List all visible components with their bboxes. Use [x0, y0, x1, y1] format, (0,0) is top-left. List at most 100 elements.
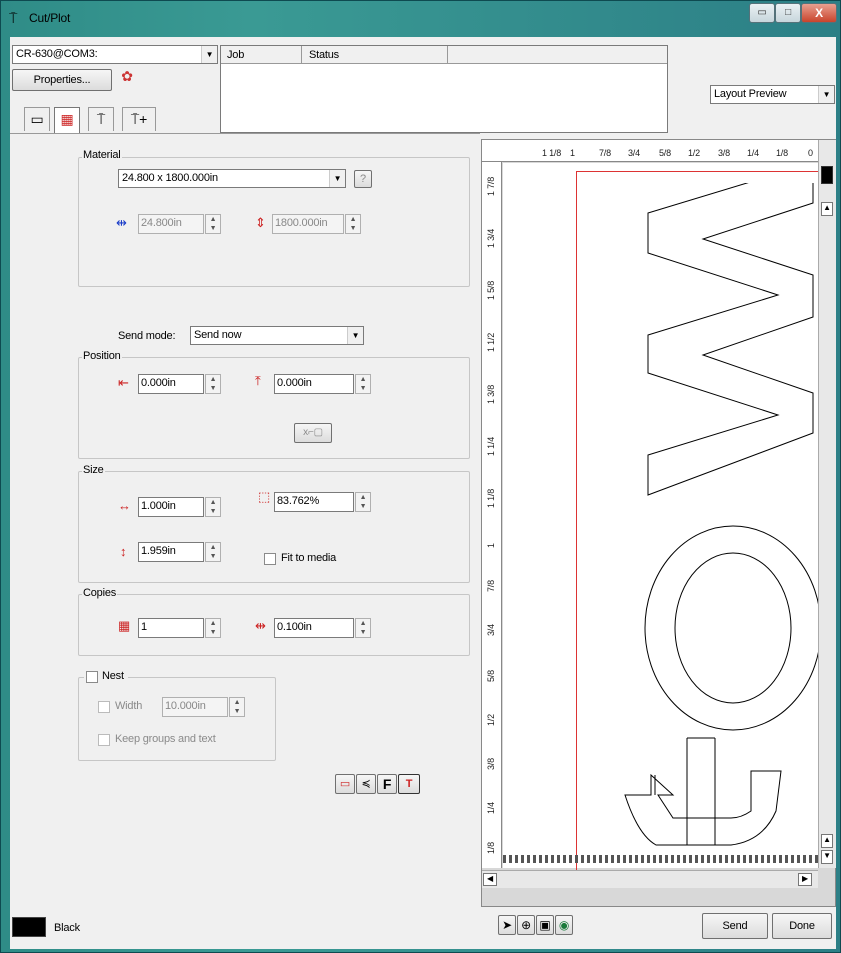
tab-advanced[interactable]: ⍑+	[122, 107, 156, 131]
tab-layout[interactable]: ▦	[54, 107, 80, 133]
media-width-field[interactable]: 24.800in	[138, 214, 204, 234]
nest-group	[78, 677, 276, 761]
job-list-header: Job Status	[221, 46, 667, 64]
size-width-field[interactable]: 1.000in	[138, 497, 204, 517]
ruler-tick-label: 1	[486, 543, 496, 548]
zoom-icon: ⊕	[521, 918, 531, 932]
copies-count-spinner[interactable]: ▲ ▼	[205, 618, 221, 638]
layout-tool-button[interactable]: T	[398, 774, 420, 794]
scale-icon: ⬚	[258, 489, 271, 504]
color-label: Black	[54, 922, 80, 934]
size-width-spinner[interactable]: ▲ ▼	[205, 497, 221, 517]
layout-tool-icon: T	[405, 778, 413, 790]
copy-spacing-field[interactable]: 0.100in	[274, 618, 354, 638]
fit-page-button[interactable]: ▣	[536, 915, 554, 935]
chevron-down-icon: ▼	[329, 170, 345, 187]
material-select[interactable]: 24.800 x 1800.000in ▼	[118, 169, 346, 188]
chevron-down-icon: ▼	[818, 86, 834, 103]
media-length-icon: ⇕	[255, 215, 266, 230]
pointer-tool-button[interactable]: ➤	[498, 915, 516, 935]
size-group-label: Size	[82, 464, 105, 476]
preview-mode-select[interactable]: Layout Preview ▼	[710, 85, 835, 104]
ruler-tick-label: 1/2	[688, 148, 700, 158]
done-button[interactable]: Done	[772, 913, 832, 939]
origin-icon: ▭	[339, 778, 351, 790]
dialog-body: CR-630@COM3: ▼ Properties... ✿ Job Statu…	[10, 37, 836, 949]
ruler-tick-label: 1 1/2	[486, 332, 496, 352]
preview-pane[interactable]: 1 1/8 1 7/8 3/4 5/8 1/2 3/8 1/4 1/8 0 1 …	[481, 139, 836, 907]
send-button[interactable]: Send	[702, 913, 768, 939]
nest-checkbox[interactable]	[86, 671, 98, 683]
nest-width-spinner[interactable]: ▲ ▼	[229, 697, 245, 717]
send-to-origin-button[interactable]: ▭	[335, 774, 355, 794]
ruler-tick-label: 1/4	[486, 802, 496, 814]
plotter-icon: ⍑	[9, 10, 18, 26]
job-list[interactable]: Job Status	[220, 45, 668, 133]
keep-groups-checkbox[interactable]	[98, 734, 110, 746]
scroll-down-icon[interactable]: ▼	[821, 850, 833, 864]
maximize-icon: □	[785, 7, 791, 18]
position-group	[78, 357, 470, 459]
ruler-tick-label: 3/8	[718, 148, 730, 158]
copy-spacing-icon: ⇹	[255, 618, 266, 633]
media-length-field[interactable]: 1800.000in	[272, 214, 344, 234]
scrollbar-thumb[interactable]	[821, 166, 833, 184]
maximize-button[interactable]: □	[775, 3, 801, 23]
copy-spacing-spinner[interactable]: ▲ ▼	[355, 618, 371, 638]
position-x-icon: ⇤	[118, 375, 129, 390]
nest-label: Nest	[102, 670, 124, 682]
status-column-header[interactable]: Status	[309, 49, 339, 61]
color-swatch	[12, 917, 46, 937]
media-edge-marker	[503, 855, 818, 863]
nest-width-field[interactable]: 10.000in	[162, 697, 228, 717]
media-canvas[interactable]	[503, 163, 822, 871]
color-settings-icon[interactable]: ✿	[117, 68, 137, 90]
tab-cut-options[interactable]: ⍑	[88, 107, 114, 131]
size-height-spinner[interactable]: ▲ ▼	[205, 542, 221, 562]
tab-media[interactable]: ▭	[24, 107, 50, 131]
position-x-spinner[interactable]: ▲ ▼	[205, 374, 221, 394]
nest-width-label: Width	[115, 700, 143, 712]
close-button[interactable]: X	[801, 3, 837, 23]
nest-width-checkbox[interactable]	[98, 701, 110, 713]
position-x-field[interactable]: 0.000in	[138, 374, 204, 394]
position-y-field[interactable]: 0.000in	[274, 374, 354, 394]
size-height-field[interactable]: 1.959in	[138, 542, 204, 562]
zoom-selection-icon: ◉	[558, 918, 570, 932]
letter-o-inner	[674, 552, 792, 704]
scroll-up-icon[interactable]: ▲	[821, 202, 833, 216]
job-column-header[interactable]: Job	[227, 49, 244, 61]
scroll-right-icon[interactable]: ▶	[798, 873, 812, 886]
blade-plus-tab-icon: ⍑+	[130, 111, 148, 127]
vertical-scrollbar[interactable]: ▲ ▲ ▼	[818, 140, 836, 868]
device-select[interactable]: CR-630@COM3: ▼	[12, 45, 218, 64]
horizontal-scrollbar[interactable]: ◀ ▶	[482, 870, 818, 888]
properties-button[interactable]: Properties...	[12, 69, 112, 91]
media-length-spinner[interactable]: ▲ ▼	[345, 214, 361, 234]
scale-spinner[interactable]: ▲ ▼	[355, 492, 371, 512]
design-outline[interactable]	[563, 183, 823, 863]
position-y-spinner[interactable]: ▲ ▼	[355, 374, 371, 394]
weed-border-button[interactable]: ≼	[356, 774, 376, 794]
ruler-tick-label: 3/4	[628, 148, 640, 158]
send-mode-select[interactable]: Send now ▼	[190, 326, 364, 345]
zoom-tool-button[interactable]: ⊕	[517, 915, 535, 935]
blade-tab-icon: ⍑	[96, 111, 106, 127]
layout-tab-icon: ▦	[60, 111, 74, 127]
copies-count-field[interactable]: 1	[138, 618, 204, 638]
column-divider	[301, 46, 302, 64]
flip-button[interactable]: F	[377, 774, 397, 794]
material-help-button[interactable]: ?	[354, 170, 372, 188]
fit-to-media-checkbox[interactable]	[264, 553, 276, 565]
chevron-down-icon: ▼	[201, 46, 217, 63]
zoom-selection-button[interactable]: ◉	[555, 915, 573, 935]
media-width-spinner[interactable]: ▲ ▼	[205, 214, 221, 234]
fit-page-icon: ▣	[539, 918, 551, 932]
scroll-up-icon[interactable]: ▲	[821, 834, 833, 848]
reset-position-button[interactable]: x⌐▢	[294, 423, 332, 443]
chevron-down-icon: ▼	[347, 327, 363, 344]
window-title: Cut/Plot	[29, 11, 71, 25]
scroll-left-icon[interactable]: ◀	[483, 873, 497, 886]
scale-field[interactable]: 83.762%	[274, 492, 354, 512]
minimize-button[interactable]: ▭	[749, 3, 775, 23]
